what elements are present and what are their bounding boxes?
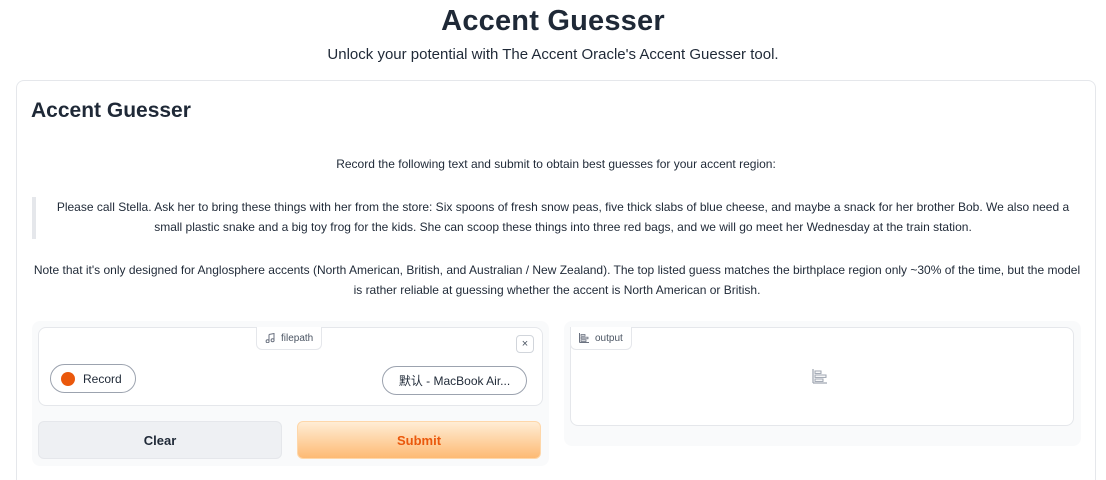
output-label-box: output [570, 327, 1074, 426]
music-note-icon [265, 333, 275, 343]
output-label-text: output [595, 332, 623, 344]
record-button[interactable]: Record [50, 364, 136, 393]
close-icon: × [521, 338, 529, 350]
reading-passage: Please call Stella. Ask her to bring the… [32, 197, 1082, 239]
audio-input: filepath × Record 默认 - MacBook Air... [38, 327, 543, 406]
microphone-select-value: 默认 - MacBook Air... [398, 374, 511, 388]
record-label: Record [83, 371, 122, 386]
bar-chart-placeholder-icon [812, 369, 827, 384]
audio-input-label-text: filepath [281, 332, 314, 344]
bar-chart-icon [579, 333, 589, 343]
input-panel: filepath × Record 默认 - MacBook Air... Cl… [32, 321, 549, 466]
card-heading: Accent Guesser [31, 99, 191, 122]
accuracy-note: Note that it's only designed for Anglosp… [33, 263, 1081, 297]
instruction-text: Record the following text and submit to … [336, 157, 776, 171]
page-title: Accent Guesser [441, 5, 665, 37]
output-label: output [570, 327, 632, 350]
audio-input-label: filepath [256, 327, 323, 350]
record-icon [61, 371, 75, 386]
clear-button[interactable]: Clear [38, 421, 282, 459]
output-panel: output [564, 321, 1081, 446]
microphone-select[interactable]: 默认 - MacBook Air... [382, 366, 527, 395]
accent-guesser-card: Accent Guesser Record the following text… [16, 80, 1096, 480]
submit-button[interactable]: Submit [297, 421, 541, 459]
page-subtitle: Unlock your potential with The Accent Or… [327, 46, 779, 63]
clear-audio-button[interactable]: × [516, 335, 534, 353]
